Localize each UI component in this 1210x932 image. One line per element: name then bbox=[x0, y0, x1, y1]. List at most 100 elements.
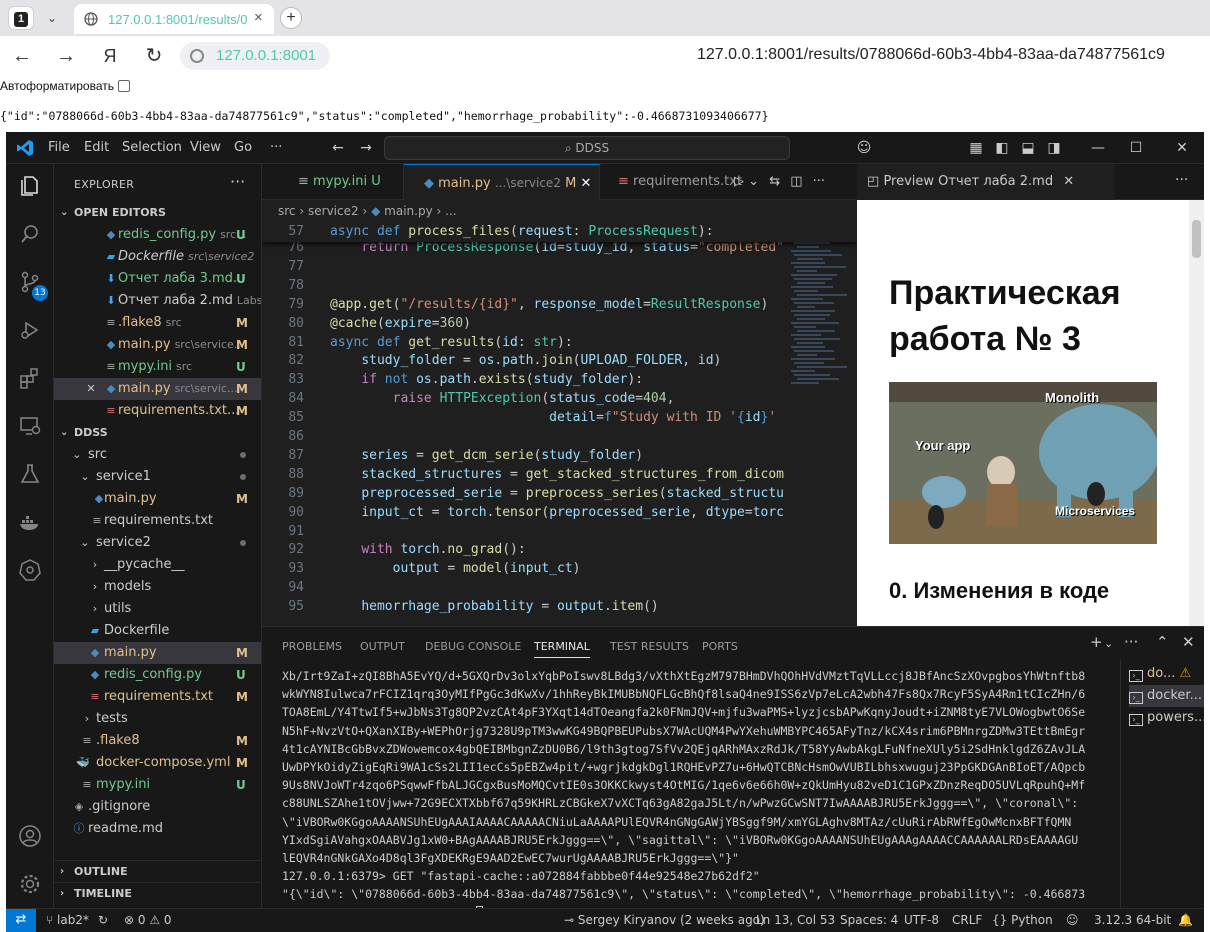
menu-go[interactable]: Go bbox=[234, 140, 252, 155]
preview-scrollbar[interactable] bbox=[1189, 200, 1204, 626]
run-dropdown-icon[interactable]: ⌄ bbox=[748, 174, 759, 189]
menu-selection[interactable]: Selection bbox=[122, 140, 182, 155]
compare-icon[interactable]: ⇆ bbox=[769, 174, 780, 189]
notifications-bell-icon[interactable]: 🔔 bbox=[1178, 909, 1193, 931]
reload-icon[interactable]: ↻ bbox=[142, 44, 166, 68]
close-window-icon[interactable]: ✕ bbox=[1172, 138, 1192, 158]
tab-preview[interactable]: ◰ Preview Отчет лаба 2.md ✕ bbox=[857, 164, 1115, 200]
git-blame[interactable]: ⊸ Sergey Kiryanov (2 weeks ago) bbox=[564, 909, 765, 931]
tab-count-button[interactable]: 1 bbox=[8, 6, 34, 30]
breadcrumb-file[interactable]: main.py bbox=[384, 204, 433, 218]
split-editor-icon[interactable]: ◫ bbox=[790, 174, 802, 189]
menu-file[interactable]: File bbox=[48, 140, 70, 155]
new-terminal-icon[interactable]: + bbox=[1090, 633, 1103, 651]
explorer-icon[interactable] bbox=[18, 174, 42, 198]
open-editor-item[interactable]: ◆ redis_config.py src... U bbox=[54, 224, 261, 246]
settings-gear-icon[interactable] bbox=[18, 872, 42, 896]
tree-folder[interactable]: ⌄ service1 bbox=[54, 466, 261, 488]
open-editor-item[interactable]: ≡ .flake8 src M bbox=[54, 312, 261, 334]
close-editor-icon[interactable]: ✕ bbox=[84, 378, 98, 400]
new-tab-button[interactable]: + bbox=[280, 7, 302, 29]
copilot-icon[interactable]: ☺ bbox=[854, 138, 874, 158]
encoding[interactable]: UTF-8 bbox=[904, 909, 939, 931]
open-editor-item[interactable]: ◆ main.py src\service... M bbox=[54, 334, 261, 356]
tree-folder[interactable]: ⌄ service2 bbox=[54, 532, 261, 554]
open-editor-item[interactable]: ⬇ Отчет лаба 3.md... U bbox=[54, 268, 261, 290]
tab-requirements[interactable]: ≡ requirements.txt bbox=[600, 164, 742, 200]
branch-indicator[interactable]: ⑂ lab2* bbox=[46, 909, 89, 931]
more-actions-icon[interactable]: ··· bbox=[1124, 633, 1138, 651]
language-mode[interactable]: {} Python bbox=[992, 909, 1053, 931]
tab-output[interactable]: OUTPUT bbox=[360, 640, 405, 653]
remote-indicator-icon[interactable]: ⇄ bbox=[6, 909, 36, 932]
sync-icon[interactable]: ↻ bbox=[98, 909, 108, 931]
nav-forward-icon[interactable]: → bbox=[356, 138, 376, 158]
tab-mypy-ini[interactable]: ≡ mypy.ini U bbox=[262, 164, 404, 200]
tree-file[interactable]: ≡ .flake8 M bbox=[54, 730, 261, 752]
extensions-icon[interactable] bbox=[18, 366, 42, 390]
tree-file[interactable]: 🐳 docker-compose.yml M bbox=[54, 752, 261, 774]
tree-file[interactable]: ≡ mypy.ini U bbox=[54, 774, 261, 796]
tree-file[interactable]: ≡ requirements.txt bbox=[54, 510, 261, 532]
maximize-panel-icon[interactable]: ⌃ bbox=[1156, 633, 1169, 651]
terminal-output[interactable]: Xb/Irt9ZaI+zQI8BhA5EvYQ/d+5GXQrDv3olxYqb… bbox=[282, 667, 1122, 909]
toggle-sidebar-icon[interactable]: ◧ bbox=[992, 138, 1012, 158]
outline-section[interactable]: › OUTLINE bbox=[54, 860, 261, 882]
cursor-position[interactable]: Ln 13, Col 53 bbox=[756, 909, 835, 931]
search-icon[interactable] bbox=[18, 222, 42, 246]
open-editors-section[interactable]: ⌄ OPEN EDITORS bbox=[54, 202, 261, 224]
open-editor-item[interactable]: ≡ mypy.ini src U bbox=[54, 356, 261, 378]
minimize-icon[interactable]: — bbox=[1088, 138, 1108, 158]
accounts-icon[interactable] bbox=[18, 824, 42, 848]
tab-test-results[interactable]: TEST RESULTS bbox=[610, 640, 689, 653]
nav-back-icon[interactable]: ← bbox=[328, 138, 348, 158]
menu-edit[interactable]: Edit bbox=[84, 140, 109, 155]
tree-file[interactable]: ▰ Dockerfile bbox=[54, 620, 261, 642]
tree-folder[interactable]: › models bbox=[54, 576, 261, 598]
breadcrumb-symbol[interactable]: ... bbox=[445, 204, 456, 218]
breadcrumb-src[interactable]: src bbox=[278, 204, 296, 218]
more-actions-icon[interactable]: ··· bbox=[813, 174, 825, 189]
tab-main-py[interactable]: ◆ main.py ...\service2 M ✕ bbox=[404, 164, 600, 200]
tree-file[interactable]: ⓘ readme.md bbox=[54, 818, 261, 840]
close-panel-icon[interactable]: ✕ bbox=[1182, 633, 1195, 651]
breadcrumb-service2[interactable]: service2 bbox=[308, 204, 359, 218]
site-info-icon[interactable] bbox=[190, 49, 204, 63]
terminal-dropdown-icon[interactable]: ⌄ bbox=[1104, 637, 1113, 650]
tree-folder[interactable]: › tests bbox=[54, 708, 261, 730]
command-center-search[interactable]: ⌕ DDSS bbox=[384, 136, 790, 160]
open-editor-item-active[interactable]: ✕ ◆ main.py src\servic... M bbox=[54, 378, 261, 400]
forward-icon[interactable]: → bbox=[54, 44, 78, 68]
terminal-item-active[interactable]: ›_ docker... bbox=[1129, 685, 1204, 707]
testing-flask-icon[interactable] bbox=[18, 462, 42, 486]
close-tab-icon[interactable]: ✕ bbox=[580, 176, 591, 191]
remote-explorer-icon[interactable] bbox=[18, 414, 42, 438]
tree-folder[interactable]: ⌄ src bbox=[54, 444, 261, 466]
tab-ports[interactable]: PORTS bbox=[702, 640, 738, 653]
sticky-scroll-header[interactable]: 57 async def process_files(request: Proce… bbox=[262, 222, 857, 242]
preview-scroll-thumb[interactable] bbox=[1192, 220, 1201, 258]
close-tab-icon[interactable]: × bbox=[254, 9, 263, 26]
back-icon[interactable]: ← bbox=[10, 44, 34, 68]
problems-indicator[interactable]: ⊗ 0 ⚠ 0 bbox=[124, 909, 172, 931]
toggle-panel-icon[interactable]: ⬓ bbox=[1018, 138, 1038, 158]
tab-debug-console[interactable]: DEBUG CONSOLE bbox=[425, 640, 521, 653]
workspace-section[interactable]: ⌄ DDSS bbox=[54, 422, 261, 444]
tree-folder[interactable]: › __pycache__ bbox=[54, 554, 261, 576]
timeline-section[interactable]: › TIMELINE bbox=[54, 882, 261, 904]
open-editor-item[interactable]: ▰ Dockerfile src\service2 bbox=[54, 246, 261, 268]
tree-file[interactable]: ◆ main.py M bbox=[54, 488, 261, 510]
tree-file-active[interactable]: ◆ main.py M bbox=[54, 642, 261, 664]
tree-file[interactable]: ≡ requirements.txt M bbox=[54, 686, 261, 708]
autoformat-checkbox[interactable] bbox=[117, 80, 130, 92]
more-actions-icon[interactable]: ··· bbox=[1175, 172, 1188, 188]
menu-more[interactable]: ··· bbox=[270, 140, 282, 155]
address-bar[interactable]: 127.0.0.1:8001 bbox=[180, 42, 330, 70]
maximize-icon[interactable]: ☐ bbox=[1126, 138, 1146, 158]
terminal-item[interactable]: ›_ powers... bbox=[1129, 707, 1204, 729]
tree-file[interactable]: ◈ .gitignore bbox=[54, 796, 261, 818]
python-interpreter[interactable]: 3.12.3 64-bit bbox=[1094, 909, 1171, 931]
close-tab-icon[interactable]: ✕ bbox=[1063, 174, 1074, 189]
run-debug-icon[interactable] bbox=[18, 318, 42, 342]
line-ending[interactable]: CRLF bbox=[952, 909, 982, 931]
